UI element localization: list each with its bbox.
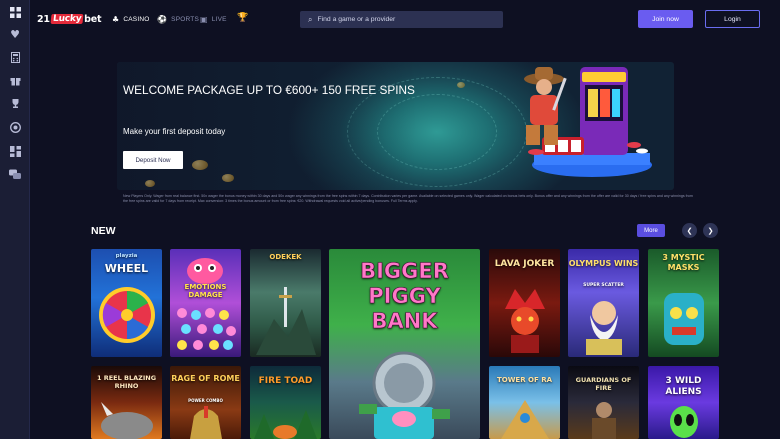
game-tile-wheel[interactable]: playzia WHEEL (91, 249, 162, 357)
coin-decoration (457, 82, 465, 88)
game-title: FIRE TOAD (258, 376, 313, 386)
game-tile-bigger-piggy-bank[interactable]: BIGGER PIGGY BANK (329, 249, 480, 439)
warrior-graphic (592, 402, 616, 439)
blocks-icon[interactable] (9, 145, 21, 157)
chevron-right-icon: ❯ (707, 226, 714, 235)
gems-graphic (177, 308, 236, 350)
game-title: BIGGER PIGGY BANK (360, 259, 449, 334)
game-tile-odekek[interactable]: ODEKEK (250, 249, 321, 357)
search-input[interactable] (317, 16, 488, 23)
nav-casino[interactable]: ♣ CASINO (112, 15, 150, 24)
sidebar: ♥ (0, 0, 30, 439)
game-tile-rage-of-rome[interactable]: RAGE OF ROME POWER COMBO (170, 366, 241, 439)
game-tile-wild-aliens[interactable]: 3 WILD ALIENS (648, 366, 719, 439)
monster-graphic (187, 258, 223, 284)
game-title: LAVA JOKER (494, 259, 555, 269)
rhino-graphic (101, 402, 153, 439)
logo-suffix: bet (84, 13, 102, 25)
search-icon: ⌕ (308, 14, 313, 24)
promo-banner: WELCOME PACKAGE UP TO €600+ 150 FREE SPI… (117, 62, 674, 190)
game-title: OLYMPUS WINS (568, 259, 639, 268)
logo-lucky: Lucky (50, 14, 84, 24)
chevron-left-icon: ❮ (686, 226, 693, 235)
promo-subtitle: Make your first deposit today (123, 127, 226, 136)
game-title: 3 MYSTIC MASKS (662, 253, 705, 272)
wheel-graphic (99, 287, 155, 343)
game-tile-fire-toad[interactable]: FIRE TOAD (250, 366, 321, 439)
mask-graphic (664, 293, 704, 345)
nav-sports[interactable]: ⚽ SPORTS (157, 15, 199, 24)
alien-graphic (670, 406, 698, 438)
game-title: EMOTIONS DAMAGE (184, 283, 227, 299)
banner-shade (117, 62, 417, 190)
game-tile-tower-of-ra[interactable]: TOWER OF RA (489, 366, 560, 439)
game-badge: POWER COMBO (188, 398, 223, 403)
gift-icon[interactable] (9, 74, 21, 86)
game-tile-emotional-damage[interactable]: EMOTIONS DAMAGE (170, 249, 241, 357)
game-tile-guardians-of-fire[interactable]: GUARDIANS OF FIRE (568, 366, 639, 439)
pyramid-graphic (501, 400, 549, 439)
section-title-new: NEW (91, 225, 116, 237)
game-title: 3 WILD ALIENS (665, 376, 702, 397)
carousel-prev-button[interactable]: ❮ (682, 223, 697, 238)
join-now-button[interactable]: Join now (638, 10, 693, 28)
nav-live[interactable]: ▣ LIVE (200, 15, 227, 24)
gladiator-graphic (190, 406, 222, 439)
more-button[interactable]: More (637, 224, 665, 237)
jungle-graphic (254, 410, 317, 439)
game-title: GUARDIANS OF FIRE (575, 376, 632, 392)
chip-icon[interactable] (9, 121, 21, 133)
calculator-icon[interactable] (9, 51, 21, 63)
game-title: ODEKEK (269, 253, 302, 261)
live-icon: ▣ (200, 15, 208, 24)
sword-landscape-graphic (256, 287, 316, 355)
piggy-vault-graphic (359, 351, 450, 439)
zeus-graphic (586, 301, 622, 355)
heart-icon[interactable]: ♥ (9, 28, 21, 41)
coin-decoration (192, 160, 208, 170)
game-title: RAGE OF ROME (171, 374, 240, 383)
football-icon: ⚽ (157, 15, 168, 24)
trophy-icon[interactable] (9, 97, 21, 109)
club-icon: ♣ (112, 15, 120, 24)
deposit-now-button[interactable]: Deposit Now (123, 151, 183, 169)
game-title: 1 REEL BLAZING RHINO (96, 374, 157, 390)
game-tile-olympus-wins[interactable]: OLYMPUS WINS SUPER SCATTER (568, 249, 639, 357)
search-bar[interactable]: ⌕ (300, 11, 503, 28)
grid-icon[interactable] (9, 6, 21, 18)
top-header: 21 Lucky bet ♣ CASINO ⚽ SPORTS ▣ LIVE 🏆 ⌕ … (30, 0, 780, 38)
carousel-next-button[interactable]: ❯ (703, 223, 718, 238)
tournaments-trophy-icon[interactable]: 🏆 (237, 13, 248, 23)
game-tile-lava-joker[interactable]: LAVA JOKER (489, 249, 560, 357)
nav-casino-label: CASINO (123, 16, 150, 23)
nav-live-label: LIVE (211, 16, 227, 23)
login-button[interactable]: Login (705, 10, 760, 28)
joker-graphic (505, 289, 545, 353)
game-title: TOWER OF RA (496, 376, 553, 384)
coin-decoration (222, 174, 234, 182)
game-title: WHEEL (104, 262, 149, 275)
logo-prefix: 21 (37, 13, 50, 25)
cowboy-slot-illustration (524, 67, 652, 177)
nav-sports-label: SPORTS (171, 16, 199, 23)
game-badge: SUPER SCATTER (583, 283, 624, 288)
brand-logo[interactable]: 21 Lucky bet (37, 12, 102, 26)
game-tile-blazing-rhino[interactable]: 1 REEL BLAZING RHINO (91, 366, 162, 439)
chat-icon[interactable] (9, 168, 21, 180)
game-tile-mystic-masks[interactable]: 3 MYSTIC MASKS (648, 249, 719, 357)
game-provider: playzia (115, 253, 138, 259)
coin-decoration (145, 180, 155, 187)
promo-title: WELCOME PACKAGE UP TO €600+ 150 FREE SPI… (123, 83, 415, 97)
bonus-terms-text: New Players Only. Wager from real balanc… (123, 194, 693, 203)
